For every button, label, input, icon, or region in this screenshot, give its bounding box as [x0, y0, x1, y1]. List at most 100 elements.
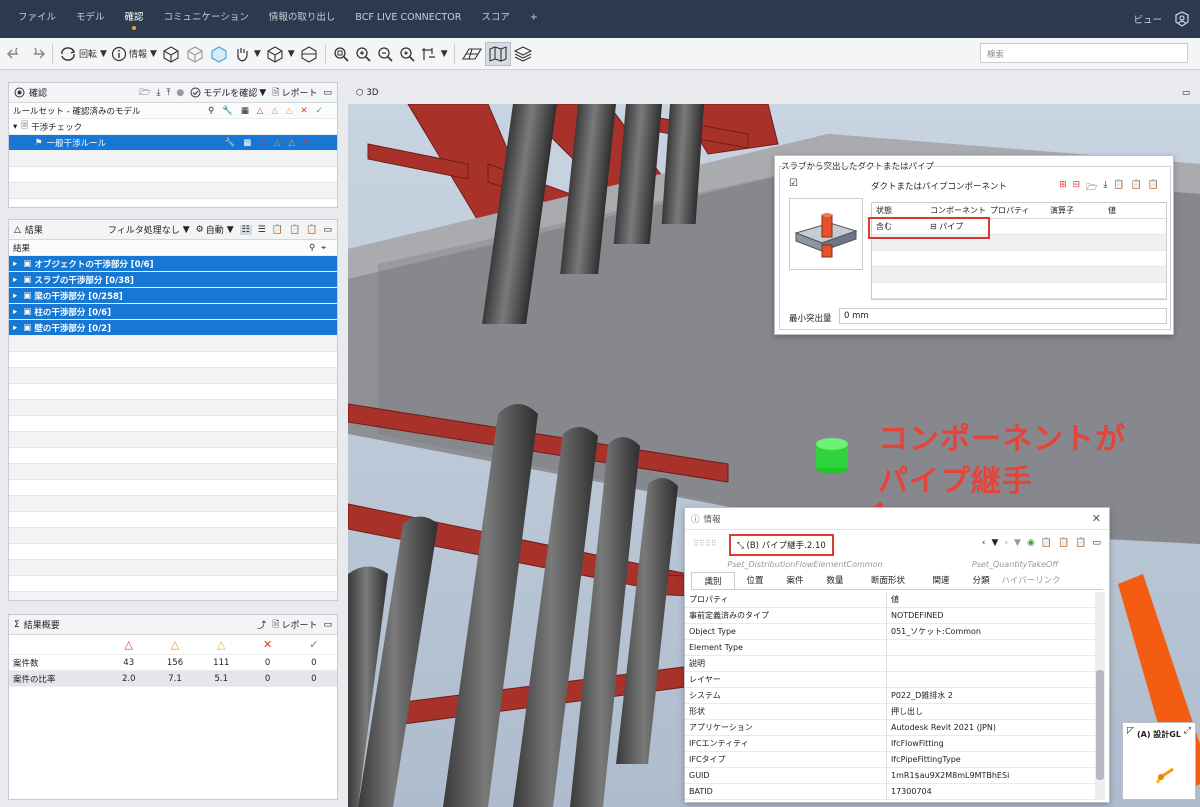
layers-button[interactable]: [511, 42, 535, 66]
object-name-box[interactable]: ⤡ (B) パイプ継手.2.10: [729, 534, 834, 556]
maximize-icon[interactable]: ▭: [323, 620, 332, 630]
maximize-icon[interactable]: ▭: [1092, 538, 1101, 548]
viewport-tab[interactable]: ⬡ 3D ▭: [348, 82, 1200, 104]
close-icon[interactable]: ✕: [1092, 512, 1101, 525]
result-group-item[interactable]: ▸ ▣ 壁の干渉部分 [0/2]: [9, 320, 337, 336]
min-protrusion-input[interactable]: 0 mm: [839, 308, 1167, 324]
record-icon[interactable]: ●: [176, 88, 184, 98]
result-group-item[interactable]: ▸ ▣ 梁の干渉部分 [0/258]: [9, 288, 337, 304]
hide-objects-button[interactable]: [183, 42, 207, 66]
export-icon[interactable]: ⤒: [166, 88, 170, 98]
open-folder-icon[interactable]: 🗁: [1086, 180, 1097, 196]
maximize-icon[interactable]: ▭: [323, 225, 332, 235]
result-group-item[interactable]: ▸ ▣ スラブの干渉部分 [0/38]: [9, 272, 337, 288]
chevron-down-icon[interactable]: ▼: [992, 538, 999, 548]
remove-row-icon[interactable]: ⊟: [1073, 180, 1081, 196]
plane-button[interactable]: [459, 42, 485, 66]
drag-handle-icon[interactable]: ⠿⠿⠿⠿: [693, 539, 716, 548]
maximize-icon[interactable]: ▭: [323, 88, 332, 98]
property-row[interactable]: 形状 押し出し: [685, 703, 1095, 720]
menu-model[interactable]: モデル: [66, 0, 115, 38]
chevron-down-icon[interactable]: ▼: [1014, 538, 1021, 548]
next-icon[interactable]: ›: [1004, 538, 1008, 548]
report-button[interactable]: 🗎 レポート: [272, 85, 317, 101]
clipboard-icon[interactable]: 📋: [1113, 180, 1124, 196]
property-row[interactable]: アプリケーション Autodesk Revit 2021 (JPN): [685, 719, 1095, 736]
info-button[interactable]: 情報 ▼: [109, 42, 159, 66]
measure-button[interactable]: ▼: [418, 42, 450, 66]
property-row[interactable]: IFCタイプ IfcPipeFittingType: [685, 751, 1095, 768]
property-row[interactable]: 事前定義済みのタイプ NOTDEFINED: [685, 607, 1095, 624]
search-input[interactable]: 検索: [980, 43, 1188, 63]
clipboard-remove-icon[interactable]: 📋: [306, 225, 317, 235]
tab-classification[interactable]: 分類: [961, 572, 1001, 589]
rotate-button[interactable]: 回転 ▼: [57, 42, 109, 66]
property-row[interactable]: Object Type 051_ソケット:Common: [685, 623, 1095, 640]
add-tab-button[interactable]: +: [520, 0, 548, 38]
pipe-fitting-highlight[interactable]: [816, 438, 848, 474]
report-button[interactable]: 🗎 レポート: [272, 617, 317, 633]
menu-communication[interactable]: コミュニケーション: [154, 0, 259, 38]
menu-file[interactable]: ファイル: [8, 0, 66, 38]
undo-button[interactable]: [4, 42, 26, 66]
tab-relations[interactable]: 関連: [921, 572, 961, 589]
tab-identification[interactable]: 識別: [691, 572, 735, 589]
rule-enabled-checkbox[interactable]: ☑: [789, 178, 798, 189]
property-row[interactable]: BATID 17300704: [685, 783, 1095, 800]
section-box-button[interactable]: [297, 42, 321, 66]
zoom-out-button[interactable]: [374, 42, 396, 66]
clipboard-remove-icon[interactable]: 📋: [1075, 538, 1086, 548]
property-row[interactable]: レイヤー: [685, 671, 1095, 688]
check-model-button[interactable]: モデルを確認 ▼: [190, 86, 266, 99]
result-group-item[interactable]: ▸ ▣ オブジェクトの干渉部分 [0/6]: [9, 256, 337, 272]
clipboard-add-icon[interactable]: 📋: [289, 225, 300, 235]
import-icon[interactable]: ⤓: [156, 88, 160, 98]
view-menu[interactable]: ビュー: [1133, 12, 1162, 26]
zoom-fit-button[interactable]: [330, 42, 352, 66]
tree-view-icon[interactable]: ☷: [239, 224, 252, 235]
clipboard-add-icon[interactable]: 📋: [1131, 180, 1142, 196]
zoom-window-button[interactable]: [396, 42, 418, 66]
menu-score[interactable]: スコア: [471, 0, 520, 38]
property-scrollbar[interactable]: [1095, 592, 1105, 800]
menu-info-takeoff[interactable]: 情報の取り出し: [259, 0, 346, 38]
view-mode-button[interactable]: ▼: [263, 42, 297, 66]
list-view-icon[interactable]: ☰: [258, 225, 266, 235]
scrollbar-thumb[interactable]: [1096, 670, 1104, 780]
tab-hyperlinks[interactable]: ハイパーリンク: [1001, 572, 1061, 589]
property-row[interactable]: IFCエンティティ IfcFlowFitting: [685, 735, 1095, 752]
clipboard-add-icon[interactable]: 📋: [1058, 538, 1069, 548]
maximize-icon[interactable]: ▭: [1182, 88, 1190, 98]
tab-profile[interactable]: 断面形状: [855, 572, 921, 589]
clipboard-icon[interactable]: 📋: [272, 225, 283, 235]
tab-quantity[interactable]: 数量: [815, 572, 855, 589]
result-group-item[interactable]: ▸ ▣ 柱の干渉部分 [0/6]: [9, 304, 337, 320]
auto-dropdown[interactable]: ⚙ 自動 ▼: [196, 223, 234, 237]
select-objects-button[interactable]: [159, 42, 183, 66]
collapse-icon[interactable]: ◸: [1127, 726, 1134, 736]
filter-dropdown[interactable]: フィルタ処理なし ▼: [108, 223, 190, 237]
clipboard-icon[interactable]: 📋: [1041, 538, 1052, 548]
tab-location[interactable]: 位置: [735, 572, 775, 589]
property-row[interactable]: システム P022_D雑排水 2: [685, 687, 1095, 704]
hand-tool-button[interactable]: ▼: [231, 42, 263, 66]
property-row[interactable]: Element Type: [685, 639, 1095, 656]
user-icon[interactable]: [1174, 11, 1190, 27]
export-icon[interactable]: ⤴: [257, 618, 266, 631]
add-row-icon[interactable]: ⊞: [1059, 180, 1067, 196]
tab-issues[interactable]: 案件: [775, 572, 815, 589]
map-button[interactable]: [484, 41, 511, 66]
object-group-icon[interactable]: ◉: [1027, 538, 1035, 548]
property-row[interactable]: GUID 1mR1$au9X2M8mL9MTBhESi: [685, 767, 1095, 784]
expand-icon[interactable]: ⤢: [1184, 726, 1191, 736]
open-folder-icon[interactable]: 🗁: [139, 85, 150, 101]
property-row[interactable]: 説明: [685, 655, 1095, 672]
menu-check[interactable]: 確認: [115, 0, 154, 38]
pset-tab[interactable]: Pset_DistributionFlowElementCommon: [685, 560, 925, 572]
redo-button[interactable]: [26, 42, 48, 66]
import-icon[interactable]: ⤓: [1103, 180, 1107, 196]
tree-item-general-clash-rule[interactable]: ⚑ 一般干渉ルール 🔧 ▦ △ △ △ ✕: [9, 135, 337, 151]
clipboard-remove-icon[interactable]: 📋: [1148, 180, 1159, 196]
tree-item-clash-check[interactable]: ▾ 🗏 干渉チェック: [9, 119, 337, 135]
previous-icon[interactable]: ‹: [982, 538, 986, 548]
